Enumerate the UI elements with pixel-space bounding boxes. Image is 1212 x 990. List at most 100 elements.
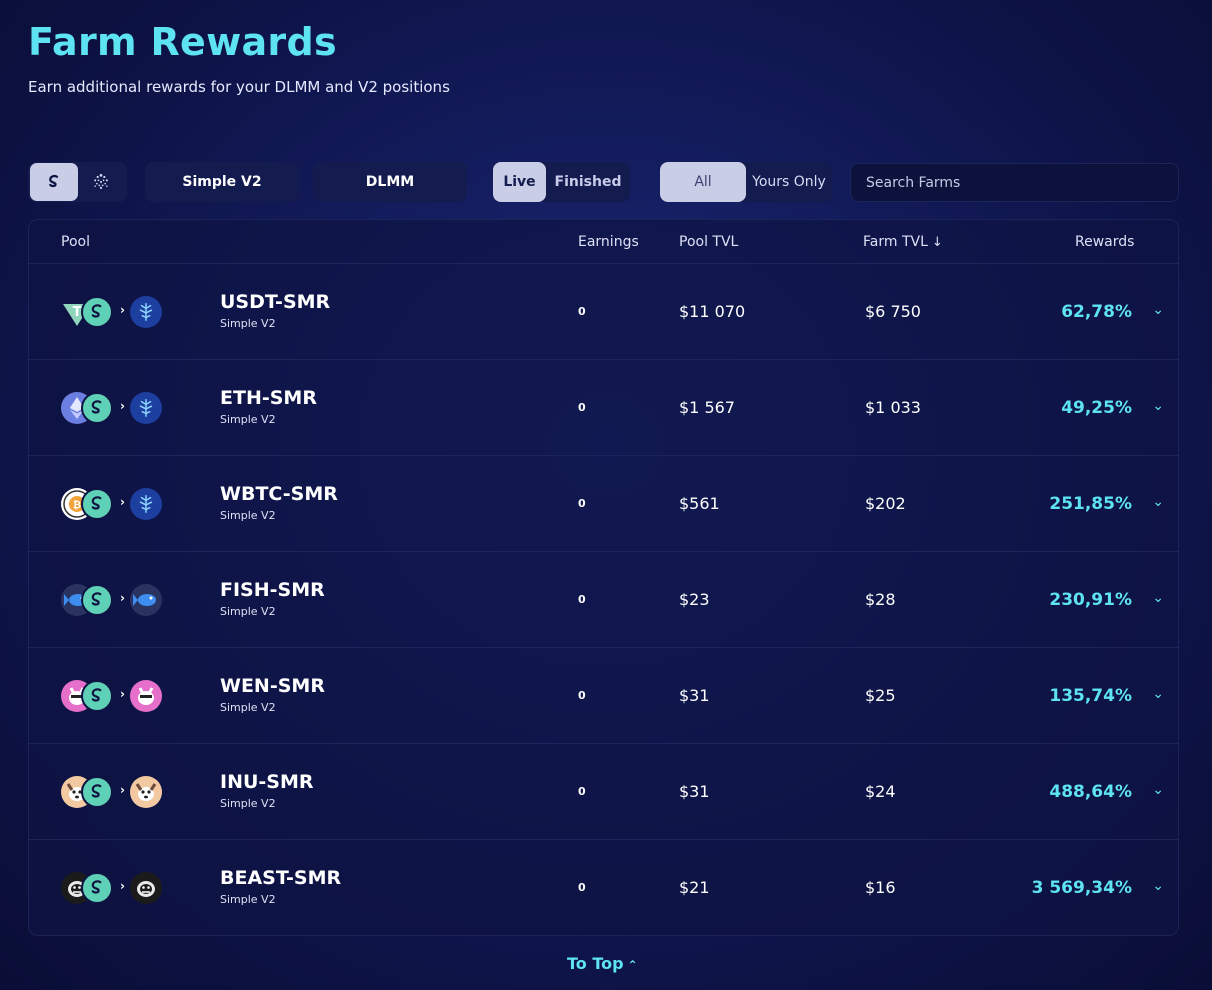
- smr-token-icon: [81, 584, 113, 616]
- chevron-down-icon[interactable]: ⌄: [1152, 398, 1164, 414]
- ownership-toggle: All Yours Only: [660, 162, 832, 202]
- page-title: Farm Rewards: [28, 20, 337, 64]
- pool-tvl-value: $561: [679, 494, 720, 513]
- farms-table: Pool Earnings Pool TVL Farm TVL ↓ Rewards…: [28, 219, 1179, 936]
- pool-tvl-value: $31: [679, 686, 710, 705]
- column-header-pool-tvl[interactable]: Pool TVL: [679, 234, 738, 250]
- earnings-value: 0: [578, 881, 586, 894]
- pool-icons: ›: [61, 392, 171, 424]
- live-tab[interactable]: Live: [493, 162, 546, 202]
- farm-tvl-value: $1 033: [865, 398, 921, 417]
- pair-type: Simple V2: [220, 605, 276, 618]
- column-header-earnings[interactable]: Earnings: [578, 234, 639, 250]
- table-row[interactable]: › ETH-SMR Simple V2 0 $1 567 $1 033 49,2…: [29, 360, 1178, 456]
- farm-tvl-label: Farm TVL: [863, 234, 928, 250]
- page-subtitle: Earn additional rewards for your DLMM an…: [28, 78, 450, 96]
- table-header: Pool Earnings Pool TVL Farm TVL ↓ Rewards: [29, 220, 1178, 264]
- chevron-down-icon[interactable]: ⌄: [1152, 302, 1164, 318]
- chevron-right-icon: ›: [120, 879, 125, 893]
- fish-icon: [130, 584, 162, 616]
- farm-tvl-value: $16: [865, 878, 896, 897]
- table-row[interactable]: › BEAST-SMR Simple V2 0 $21 $16 3 569,34…: [29, 840, 1178, 935]
- chevron-right-icon: ›: [120, 303, 125, 317]
- earnings-value: 0: [578, 785, 586, 798]
- smr-token-icon: [81, 776, 113, 808]
- beast-icon: [130, 872, 162, 904]
- pair-name: INU-SMR: [220, 771, 314, 793]
- chevron-right-icon: ›: [120, 399, 125, 413]
- pair-name: ETH-SMR: [220, 387, 317, 409]
- pair-type: Simple V2: [220, 413, 276, 426]
- all-tab[interactable]: All: [660, 162, 746, 202]
- pair-name: FISH-SMR: [220, 579, 325, 601]
- rewards-apr-value: 62,78%: [1061, 302, 1132, 322]
- reward-token-icon: [130, 392, 162, 424]
- farm-tvl-value: $6 750: [865, 302, 921, 321]
- column-header-pool: Pool: [61, 234, 90, 250]
- chevron-right-icon: ›: [120, 495, 125, 509]
- chevron-down-icon[interactable]: ⌄: [1152, 878, 1164, 894]
- finished-tab[interactable]: Finished: [546, 162, 630, 202]
- table-row[interactable]: › WEN-SMR Simple V2 0 $31 $25 135,74% ⌄: [29, 648, 1178, 744]
- chevron-up-icon: ⌃: [627, 958, 638, 972]
- farm-tvl-value: $25: [865, 686, 896, 705]
- chevron-right-icon: ›: [120, 783, 125, 797]
- pool-tvl-value: $11 070: [679, 302, 746, 321]
- chain-selector: [28, 162, 127, 202]
- table-row[interactable]: T › USDT-SMR Simple V2 0 $11 070 $6 750 …: [29, 264, 1178, 360]
- simple-v2-tab[interactable]: Simple V2: [145, 162, 299, 202]
- status-toggle: Live Finished: [493, 162, 630, 202]
- smr-token-icon: [81, 680, 113, 712]
- pair-type: Simple V2: [220, 797, 276, 810]
- table-row[interactable]: › INU-SMR Simple V2 0 $31 $24 488,64% ⌄: [29, 744, 1178, 840]
- rewards-apr-value: 488,64%: [1049, 782, 1132, 802]
- column-header-rewards[interactable]: Rewards: [1075, 234, 1134, 250]
- table-row[interactable]: ₿ › WBTC-SMR Simple V2 0 $561 $202 251,8…: [29, 456, 1178, 552]
- rewards-apr-value: 49,25%: [1061, 398, 1132, 418]
- to-top-label: To Top: [567, 954, 624, 973]
- column-header-farm-tvl[interactable]: Farm TVL ↓: [863, 234, 943, 250]
- svg-text:₿: ₿: [73, 499, 81, 511]
- earnings-value: 0: [578, 689, 586, 702]
- pair-type: Simple V2: [220, 317, 276, 330]
- farm-tvl-value: $28: [865, 590, 896, 609]
- sort-desc-icon: ↓: [931, 235, 943, 250]
- chain-shimmer-button[interactable]: [30, 163, 78, 201]
- pool-tvl-value: $31: [679, 782, 710, 801]
- search-input[interactable]: [850, 163, 1179, 202]
- iota-icon: [94, 174, 109, 189]
- chevron-right-icon: ›: [120, 591, 125, 605]
- rewards-apr-value: 3 569,34%: [1031, 878, 1132, 898]
- smr-token-icon: [81, 392, 113, 424]
- chevron-down-icon[interactable]: ⌄: [1152, 782, 1164, 798]
- yours-only-tab[interactable]: Yours Only: [746, 162, 832, 202]
- farm-tvl-value: $24: [865, 782, 896, 801]
- smr-token-icon: [81, 296, 113, 328]
- chevron-down-icon[interactable]: ⌄: [1152, 686, 1164, 702]
- reward-token-icon: [130, 488, 162, 520]
- smr-token-icon: [81, 872, 113, 904]
- pool-icons: T ›: [61, 296, 171, 328]
- pool-icons: ₿ ›: [61, 488, 171, 520]
- pool-tvl-value: $1 567: [679, 398, 735, 417]
- pair-name: BEAST-SMR: [220, 867, 342, 889]
- pair-type: Simple V2: [220, 893, 276, 906]
- pair-type: Simple V2: [220, 509, 276, 522]
- earnings-value: 0: [578, 593, 586, 606]
- earnings-value: 0: [578, 305, 586, 318]
- chain-iota-button[interactable]: [78, 163, 126, 201]
- shimmer-icon: [48, 174, 58, 188]
- to-top-button[interactable]: To Top ⌃: [567, 954, 638, 973]
- chevron-right-icon: ›: [120, 687, 125, 701]
- earnings-value: 0: [578, 401, 586, 414]
- pair-name: WEN-SMR: [220, 675, 325, 697]
- wen-icon: [130, 680, 162, 712]
- pair-name: WBTC-SMR: [220, 483, 338, 505]
- rewards-apr-value: 230,91%: [1049, 590, 1132, 610]
- pair-name: USDT-SMR: [220, 291, 331, 313]
- chevron-down-icon[interactable]: ⌄: [1152, 494, 1164, 510]
- dlmm-tab[interactable]: DLMM: [313, 162, 467, 202]
- chevron-down-icon[interactable]: ⌄: [1152, 590, 1164, 606]
- pool-icons: ›: [61, 872, 171, 904]
- table-row[interactable]: › FISH-SMR Simple V2 0 $23 $28 230,91% ⌄: [29, 552, 1178, 648]
